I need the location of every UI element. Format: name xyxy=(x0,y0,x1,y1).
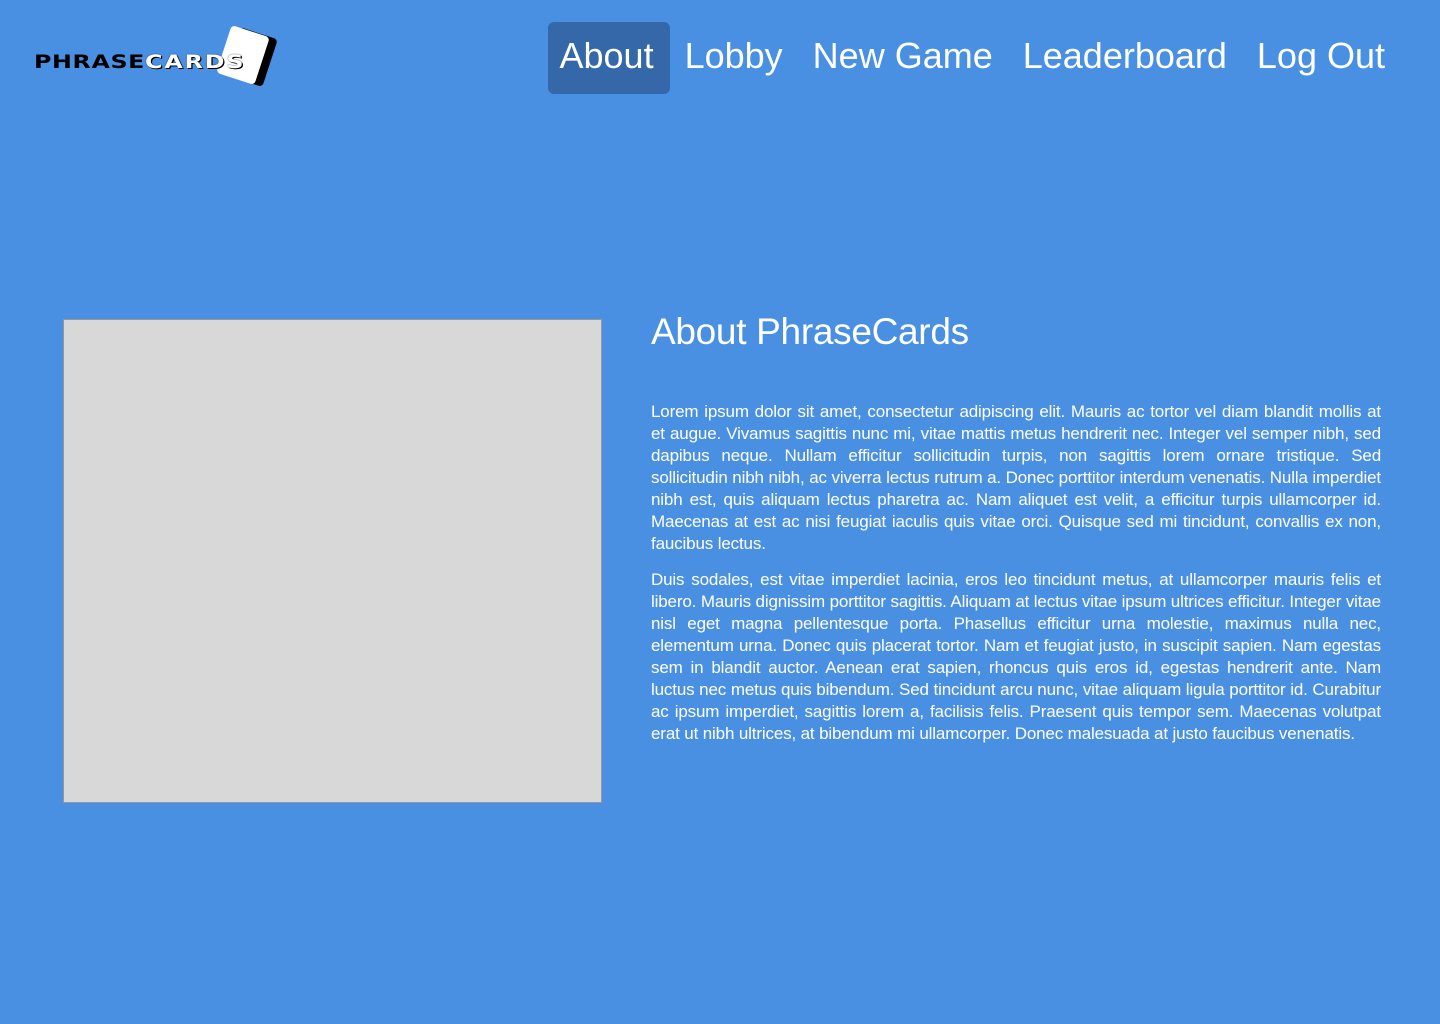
about-paragraph-1: Lorem ipsum dolor sit amet, consectetur … xyxy=(651,402,1381,553)
about-section: About PhraseCards Lorem ipsum dolor sit … xyxy=(651,305,1381,745)
about-page: PHRASECARDS About Lobby New Game Leaderb… xyxy=(0,0,1440,1024)
logo-text-phrase: PHRASE xyxy=(34,51,146,73)
nav-item-about[interactable]: About xyxy=(547,22,670,94)
about-image-placeholder xyxy=(63,319,602,803)
about-title: About PhraseCards xyxy=(651,311,969,352)
logo-text-cards: CARDS xyxy=(145,51,246,73)
nav-item-new-game[interactable]: New Game xyxy=(798,22,1008,94)
main-nav: About Lobby New Game Leaderboard Log Out xyxy=(547,22,1401,94)
nav-item-log-out[interactable]: Log Out xyxy=(1242,22,1400,94)
logo-text: PHRASECARDS xyxy=(34,51,245,73)
about-paragraph-2: Duis sodales, est vitae imperdiet lacini… xyxy=(651,570,1381,743)
nav-item-leaderboard[interactable]: Leaderboard xyxy=(1008,22,1242,94)
phrasecards-logo[interactable]: PHRASECARDS xyxy=(34,25,284,90)
nav-item-lobby[interactable]: Lobby xyxy=(670,22,798,94)
